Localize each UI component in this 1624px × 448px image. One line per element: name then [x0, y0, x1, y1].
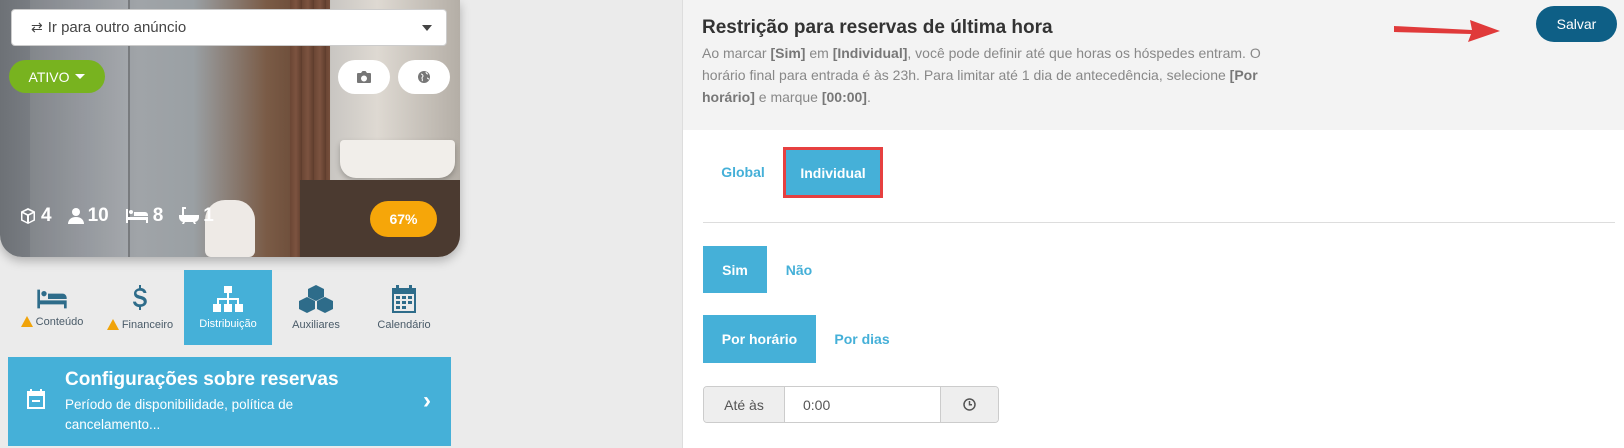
listing-panel: ⇄ Ir para outro anúncio ATIVO 4 10 8 1 6…: [0, 0, 460, 448]
chevron-right-icon: ›: [423, 387, 431, 414]
sitemap-icon: [213, 285, 243, 312]
beds-count: 8: [152, 205, 164, 226]
user-icon: [67, 208, 84, 224]
caret-down-icon: [75, 74, 86, 79]
restriction-panel: Restrição para reservas de última hora A…: [682, 0, 1624, 448]
listing-selector[interactable]: ⇄ Ir para outro anúncio: [11, 9, 447, 46]
divider: [703, 222, 1615, 223]
camera-icon: [357, 71, 371, 83]
listing-nav-tabs: Conteúdo Financeiro Distribuição Auxilia…: [8, 270, 452, 345]
cube-icon: [21, 208, 35, 224]
globe-icon: [418, 71, 430, 83]
page-title: Restrição para reservas de última hora: [702, 17, 1053, 38]
card-title: Configurações sobre reservas: [65, 369, 339, 390]
save-button[interactable]: Salvar: [1536, 6, 1617, 42]
calendar-icon: [27, 389, 45, 409]
booking-settings-card[interactable]: Configurações sobre reservas Período de …: [8, 357, 451, 446]
tab-global[interactable]: Global: [703, 153, 783, 190]
swap-icon: ⇄: [31, 19, 43, 35]
tab-distribuicao[interactable]: Distribuição: [184, 270, 272, 345]
tab-label: Auxiliares: [292, 318, 340, 331]
time-input-prefix: Até às: [704, 387, 785, 422]
no-option[interactable]: Não: [769, 246, 829, 293]
globe-button[interactable]: [398, 60, 450, 94]
status-dropdown[interactable]: ATIVO: [9, 60, 105, 93]
beds-stat: 8: [125, 205, 164, 227]
guests-stat: 10: [67, 205, 109, 227]
by-days-option[interactable]: Por dias: [817, 315, 907, 363]
arrow-right-icon: [1394, 20, 1500, 42]
yes-option[interactable]: Sim: [703, 246, 767, 293]
chevron-down-icon: [422, 25, 432, 31]
tab-conteudo[interactable]: Conteúdo: [8, 270, 96, 345]
listing-stats: 4 10 8 1: [19, 205, 214, 227]
listing-selector-label: Ir para outro anúncio: [47, 19, 187, 36]
tab-financeiro[interactable]: Financeiro: [96, 270, 184, 345]
tab-label: Distribuição: [199, 317, 257, 330]
tab-calendario[interactable]: Calendário: [360, 270, 448, 345]
cubes-icon: [299, 284, 333, 313]
by-time-option[interactable]: Por horário: [703, 315, 816, 363]
rooms-stat: 4: [19, 205, 52, 227]
guests-count: 10: [87, 205, 109, 226]
warning-icon: [106, 319, 119, 330]
tab-label: Financeiro: [121, 318, 174, 331]
page-description: Ao marcar [Sim] em [Individual], você po…: [702, 45, 1261, 105]
time-input[interactable]: 0:00: [785, 387, 940, 422]
warning-icon: [20, 316, 33, 327]
calendar-icon: [392, 284, 416, 313]
rooms-count: 4: [41, 205, 52, 226]
clock-icon: [963, 398, 976, 411]
dollar-icon: [133, 284, 147, 310]
tab-label: Conteúdo: [35, 315, 84, 328]
bathrooms-count: 1: [203, 205, 214, 226]
bed-icon: [125, 209, 148, 223]
camera-button[interactable]: [338, 60, 390, 94]
tab-auxiliares[interactable]: Auxiliares: [272, 270, 360, 345]
listing-photo: ⇄ Ir para outro anúncio ATIVO 4 10 8 1 6…: [0, 0, 460, 257]
bath-icon: [179, 207, 200, 224]
bed-icon: [37, 289, 67, 308]
panel-header: Restrição para reservas de última hora A…: [683, 0, 1624, 130]
tab-label: Calendário: [377, 318, 431, 331]
bathrooms-stat: 1: [179, 205, 214, 227]
tab-individual[interactable]: Individual: [783, 147, 883, 198]
clock-button[interactable]: [940, 387, 998, 422]
completion-badge: 67%: [370, 201, 437, 237]
status-label: ATIVO: [28, 68, 70, 85]
time-input-group: Até às 0:00: [703, 386, 999, 423]
card-subtitle: Período de disponibilidade, política de …: [65, 397, 294, 432]
